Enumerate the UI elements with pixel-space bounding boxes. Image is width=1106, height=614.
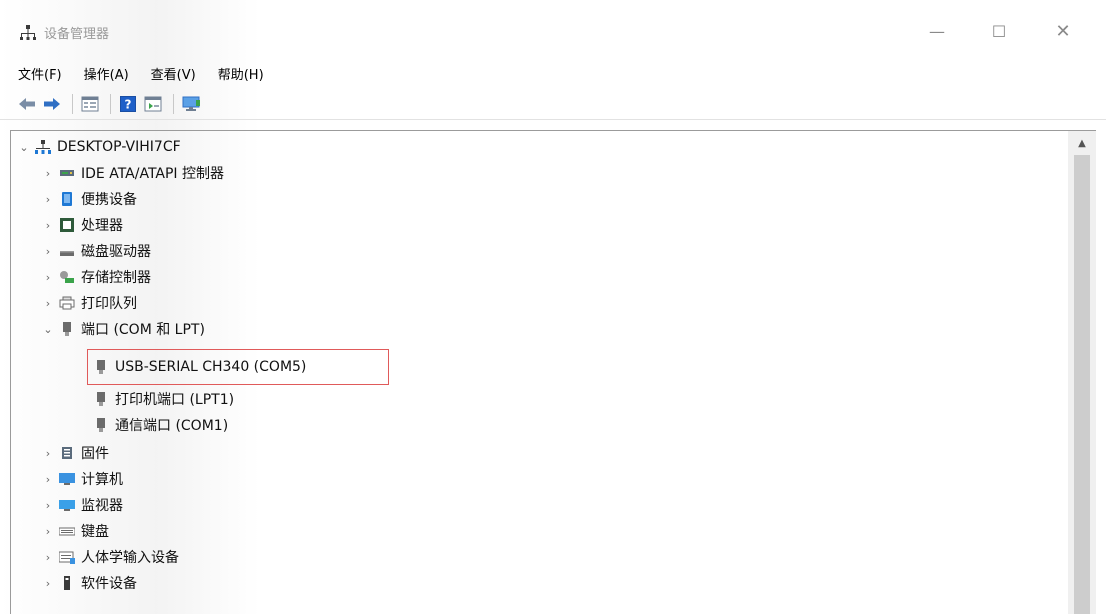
keyboard-icon: [59, 523, 75, 539]
menu-help[interactable]: 帮助(H): [218, 64, 264, 83]
title-bar: 设备管理器 — ☐ ✕: [0, 0, 1106, 62]
monitor-icon: [182, 96, 200, 111]
tree-item-label: 软件设备: [81, 576, 137, 592]
computer-monitor-icon: [59, 471, 75, 487]
tree-item-portable[interactable]: › 便携设备: [41, 186, 137, 212]
toolbar-separator: [110, 93, 111, 114]
print-queue-icon: [59, 295, 75, 311]
ide-controller-icon: [59, 165, 75, 181]
help-button[interactable]: ?: [117, 93, 139, 115]
menu-view[interactable]: 查看(V): [151, 64, 196, 83]
monitor-icon: [59, 497, 75, 513]
tree-item-label: 打印队列: [81, 296, 137, 312]
chevron-right-icon[interactable]: ›: [41, 192, 55, 206]
chevron-right-icon[interactable]: ›: [41, 166, 55, 180]
back-icon: [19, 97, 35, 110]
forward-button[interactable]: [41, 93, 63, 115]
chevron-right-icon[interactable]: ›: [41, 472, 55, 486]
tree-item-label: 处理器: [81, 218, 123, 234]
storage-controller-icon: [59, 269, 75, 285]
tree-item-label: 打印机端口 (LPT1): [115, 392, 235, 408]
tree-item-hid[interactable]: › 人体学输入设备: [41, 544, 179, 570]
toolbar-separator: [72, 93, 73, 114]
chevron-right-icon[interactable]: ›: [41, 446, 55, 460]
tree-item-label: 存储控制器: [81, 270, 151, 286]
tree-root[interactable]: ⌄ DESKTOP-VIHI7CF: [17, 134, 181, 160]
tree-item-keyboard[interactable]: › 键盘: [41, 518, 109, 544]
port-icon: [93, 391, 109, 407]
tree-item-label: 便携设备: [81, 192, 137, 208]
highlight-box: [87, 349, 389, 385]
chevron-down-icon[interactable]: ⌄: [41, 322, 55, 336]
tree-item-print-queue[interactable]: › 打印队列: [41, 290, 137, 316]
processor-icon: [59, 217, 75, 233]
chevron-right-icon[interactable]: ›: [41, 270, 55, 284]
chevron-right-icon[interactable]: ›: [41, 576, 55, 590]
tree-item-storage[interactable]: › 存储控制器: [41, 264, 151, 290]
properties-icon: [81, 96, 99, 111]
tree-item-label: 通信端口 (COM1): [115, 418, 229, 434]
tree-root-label: DESKTOP-VIHI7CF: [57, 139, 181, 155]
properties-button[interactable]: [79, 93, 101, 115]
toolbar-separator: [173, 93, 174, 114]
tree-item-label: 计算机: [81, 472, 123, 488]
tree-item-lpt1[interactable]: 打印机端口 (LPT1): [89, 386, 234, 412]
close-button[interactable]: ✕: [1048, 20, 1078, 44]
svg-text:?: ?: [125, 97, 132, 111]
back-button[interactable]: [16, 93, 38, 115]
tree-item-label: 磁盘驱动器: [81, 244, 151, 260]
menu-bar: 文件(F) 操作(A) 查看(V) 帮助(H): [0, 60, 1106, 86]
computer-icon: [35, 139, 51, 155]
menu-action[interactable]: 操作(A): [84, 64, 129, 83]
tree-item-label: 监视器: [81, 498, 123, 514]
scan-hardware-button[interactable]: [180, 93, 202, 115]
tree-item-label: 键盘: [81, 524, 109, 540]
tree-item-label: 端口 (COM 和 LPT): [81, 322, 205, 338]
hid-icon: [59, 549, 75, 565]
view-icon: [144, 96, 162, 111]
vertical-scrollbar[interactable]: ▲: [1068, 131, 1096, 614]
chevron-right-icon[interactable]: ›: [41, 550, 55, 564]
menu-file[interactable]: 文件(F): [18, 64, 62, 83]
forward-icon: [44, 97, 60, 110]
chevron-right-icon[interactable]: ›: [41, 296, 55, 310]
chevron-right-icon[interactable]: ›: [41, 244, 55, 258]
tree-item-com1[interactable]: 通信端口 (COM1): [89, 412, 228, 438]
tree-item-ide[interactable]: › IDE ATA/ATAPI 控制器: [41, 160, 224, 186]
software-device-icon: [59, 575, 75, 591]
port-icon: [93, 417, 109, 433]
port-icon: [59, 321, 75, 337]
tree-item-computer[interactable]: › 计算机: [41, 466, 123, 492]
chevron-right-icon[interactable]: ›: [41, 498, 55, 512]
tree-item-processor[interactable]: › 处理器: [41, 212, 123, 238]
chevron-right-icon[interactable]: ›: [41, 524, 55, 538]
tree-item-label: IDE ATA/ATAPI 控制器: [81, 166, 225, 182]
device-manager-icon: [20, 25, 36, 40]
disk-drive-icon: [59, 243, 75, 259]
window-title: 设备管理器: [44, 27, 110, 42]
firmware-icon: [59, 445, 75, 461]
help-icon: ?: [120, 95, 136, 112]
tree-item-firmware[interactable]: › 固件: [41, 440, 109, 466]
scroll-up-arrow-icon[interactable]: ▲: [1068, 131, 1096, 155]
portable-device-icon: [59, 191, 75, 207]
tree-item-monitor[interactable]: › 监视器: [41, 492, 123, 518]
toolbar: ?: [0, 88, 1106, 120]
scroll-thumb[interactable]: [1074, 155, 1090, 614]
tree-item-software[interactable]: › 软件设备: [41, 570, 137, 596]
tree-item-label: 固件: [81, 446, 109, 462]
tree-item-disk[interactable]: › 磁盘驱动器: [41, 238, 151, 264]
chevron-right-icon[interactable]: ›: [41, 218, 55, 232]
tree-item-label: 人体学输入设备: [81, 550, 179, 566]
view-button[interactable]: [142, 93, 164, 115]
device-tree-pane: ⌄ DESKTOP-VIHI7CF › IDE ATA/ATAPI 控制器 › …: [10, 130, 1096, 614]
tree-item-ports[interactable]: ⌄ 端口 (COM 和 LPT): [41, 316, 205, 342]
maximize-button[interactable]: ☐: [984, 20, 1014, 44]
chevron-down-icon[interactable]: ⌄: [17, 140, 31, 154]
minimize-button[interactable]: —: [922, 20, 952, 44]
